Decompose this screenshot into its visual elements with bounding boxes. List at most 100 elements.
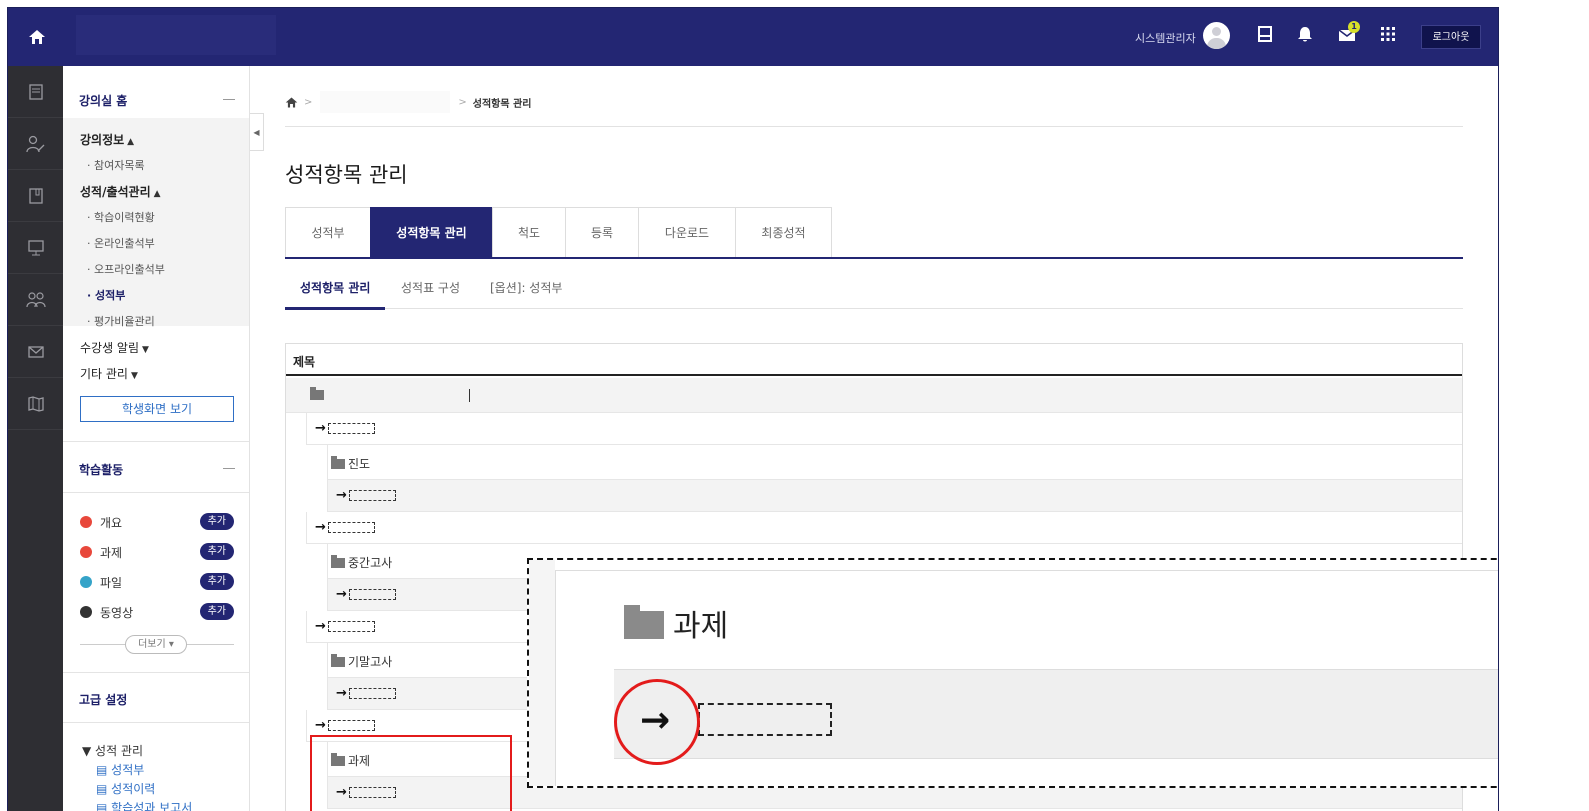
home-button[interactable]	[8, 8, 66, 66]
screenshot-frame: 시스템관리자 1 로그아웃 강의실 홈 강의정보 ▲ · 참여자목록 성적/출석…	[0, 0, 1589, 811]
grade-manage-menu[interactable]: ▼ 성적 관리	[82, 742, 143, 759]
subtab-options[interactable]: [옵션]: 성적부	[490, 279, 562, 296]
breadcrumb-course-link[interactable]	[320, 91, 451, 113]
activity-label: 과제	[100, 546, 123, 560]
user-name[interactable]: 시스템관리자	[1135, 30, 1196, 46]
assignment-icon	[80, 546, 92, 558]
map-icon	[27, 395, 44, 412]
arrow-icon: →	[336, 488, 347, 503]
activity-label: 파일	[100, 576, 123, 590]
logout-button[interactable]: 로그아웃	[1421, 25, 1481, 49]
grade-link-report[interactable]: ▤ 학습성과 보고서	[96, 799, 192, 811]
collapse-minus-icon[interactable]	[223, 468, 235, 469]
collapse-minus-icon[interactable]	[223, 99, 235, 100]
grade-link-history[interactable]: ▤ 성적이력	[96, 780, 155, 797]
group-icon	[25, 291, 46, 307]
rail-notebook-item[interactable]	[8, 170, 63, 222]
rail-course-item[interactable]	[8, 66, 63, 118]
apps-grid-icon[interactable]	[1379, 25, 1397, 43]
bell-icon[interactable]	[1296, 25, 1314, 43]
grade-item-row[interactable]: →	[306, 512, 1462, 544]
rail-map-item[interactable]	[8, 378, 63, 430]
add-assignment-button[interactable]: 추가	[199, 543, 234, 560]
sub-tabs: 성적항목 관리 성적표 구성 [옵션]: 성적부	[285, 271, 1463, 310]
course-home-link[interactable]: 강의실 홈	[79, 92, 127, 109]
student-notice-label: 수강생 알림	[80, 341, 140, 355]
arrow-icon: →	[336, 587, 347, 602]
offline-attendance-label: 오프라인출석부	[94, 263, 165, 276]
course-info-menu[interactable]: 강의정보 ▲	[80, 131, 134, 148]
main-tabs: 성적부 성적항목 관리 척도 등록 다운로드 최종성적	[285, 207, 1463, 259]
rail-presentation-item[interactable]	[8, 222, 63, 274]
breadcrumb-separator: >	[304, 96, 313, 108]
lms-window: 시스템관리자 1 로그아웃 강의실 홈 강의정보 ▲ · 참여자목록 성적/출석…	[7, 7, 1499, 811]
subtab-grade-items[interactable]: 성적항목 관리	[300, 279, 370, 296]
grade-item-row[interactable]: →	[306, 413, 1462, 445]
gradebook-link[interactable]: · 성적부	[87, 287, 125, 303]
category-row[interactable]	[286, 378, 1462, 413]
active-subtab-indicator	[285, 307, 385, 310]
student-view-button[interactable]: 학생화면 보기	[80, 396, 234, 422]
tab-final-grades[interactable]: 최종성적	[735, 207, 832, 257]
online-attendance-label: 온라인출석부	[94, 237, 155, 250]
grade-item-row[interactable]: →	[327, 480, 1462, 512]
grade-link-label: 성적부	[111, 763, 145, 777]
breadcrumb-current: 성적항목 관리	[472, 98, 532, 110]
subtab-grade-setup[interactable]: 성적표 구성	[401, 279, 460, 296]
grades-attendance-menu[interactable]: 성적/출석관리 ▲	[80, 183, 161, 200]
learning-history-link[interactable]: · 학습이력현황	[87, 209, 155, 225]
folder-icon	[624, 605, 664, 639]
panel-icon[interactable]	[1256, 25, 1274, 43]
add-file-button[interactable]: 추가	[199, 573, 234, 590]
zoom-panel: 과제 →	[555, 570, 1498, 786]
rail-user-item[interactable]	[8, 118, 63, 170]
highlight-circle	[614, 679, 700, 765]
online-attendance-link[interactable]: · 온라인출석부	[87, 235, 155, 251]
home-icon[interactable]	[285, 96, 298, 109]
tab-enrol[interactable]: 등록	[565, 207, 639, 257]
sidebar-collapse-toggle[interactable]: ◀	[250, 113, 264, 151]
weight-manage-link[interactable]: · 평가비율관리	[87, 313, 155, 329]
avatar[interactable]	[1203, 22, 1230, 49]
add-video-button[interactable]: 추가	[199, 603, 234, 620]
file-icon	[80, 576, 92, 588]
rail-message-item[interactable]	[8, 326, 63, 378]
grades-attendance-label: 성적/출석관리	[80, 185, 151, 199]
category-row[interactable]: 진도	[327, 445, 1462, 480]
book-icon	[28, 83, 43, 100]
participants-link[interactable]: · 참여자목록	[87, 157, 145, 173]
tab-download[interactable]: 다운로드	[638, 207, 736, 257]
rail-group-item[interactable]	[8, 274, 63, 326]
student-notice-menu[interactable]: 수강생 알림 ▼	[80, 339, 149, 356]
caret-up-icon: ▲	[153, 189, 161, 199]
activity-assignment-row: 과제 추가	[80, 542, 234, 562]
grade-link-label: 학습성과 보고서	[111, 801, 193, 811]
activity-label: 동영상	[100, 606, 134, 620]
tab-scales[interactable]: 척도	[492, 207, 566, 257]
offline-attendance-link[interactable]: · 오프라인출석부	[87, 261, 165, 277]
zoom-category-label: 과제	[673, 609, 729, 644]
advanced-title: 고급 설정	[79, 693, 128, 707]
activity-label: 개요	[100, 516, 123, 530]
zoom-callout: 과제 →	[527, 558, 1498, 788]
caret-down-icon: ▼	[130, 371, 138, 381]
breadcrumb: > > 성적항목 관리	[285, 91, 532, 113]
divider	[285, 126, 1463, 127]
notification-badge: 1	[1348, 21, 1360, 33]
more-button[interactable]: 더보기 ▾	[125, 635, 187, 654]
add-overview-button[interactable]: 추가	[199, 513, 234, 530]
activity-file-row: 파일 추가	[80, 572, 234, 592]
pencil-icon	[80, 516, 92, 528]
masked-item-name	[348, 490, 396, 501]
folder-icon	[310, 387, 324, 400]
grade-link-gradebook[interactable]: ▤ 성적부	[96, 761, 144, 778]
arrow-icon: →	[315, 421, 326, 436]
grade-manage-label: 성적 관리	[95, 744, 144, 758]
other-manage-menu[interactable]: 기타 관리 ▼	[80, 365, 138, 382]
tab-grade-items[interactable]: 성적항목 관리	[370, 207, 493, 257]
site-logo[interactable]	[76, 15, 276, 55]
page-title: 성적항목 관리	[285, 163, 408, 187]
presentation-icon	[27, 239, 44, 255]
tab-gradebook[interactable]: 성적부	[285, 207, 371, 257]
breadcrumb-separator: >	[458, 96, 467, 108]
